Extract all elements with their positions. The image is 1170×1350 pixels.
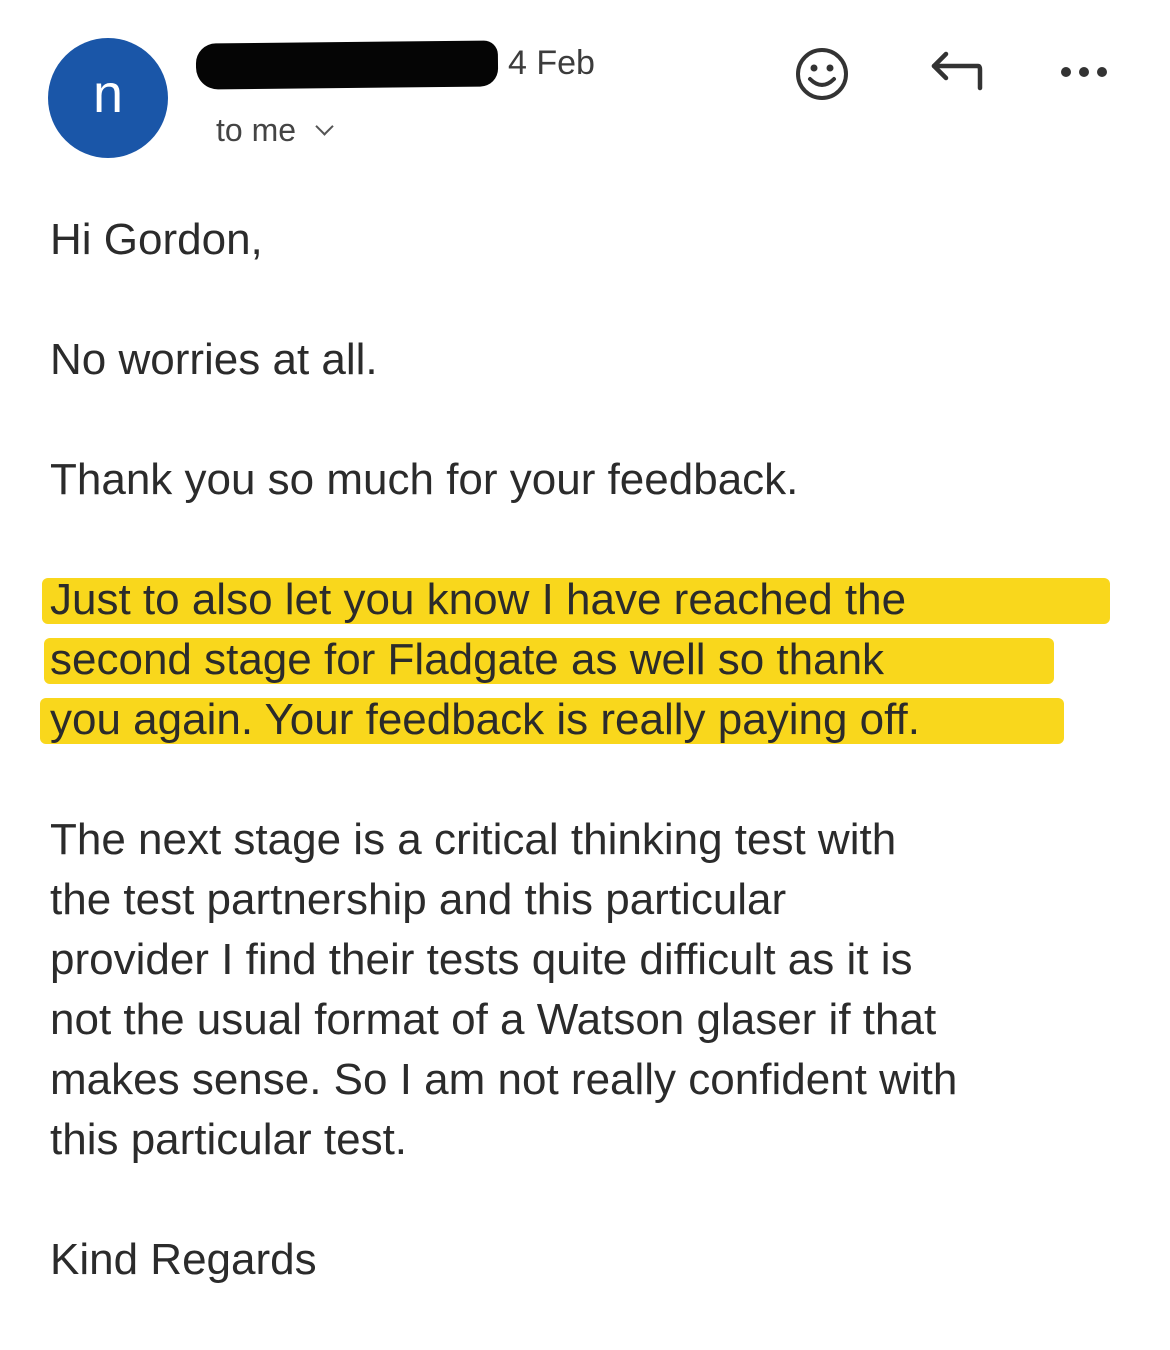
- sender-avatar[interactable]: n: [48, 38, 168, 158]
- text-line: Just to also let you know I have reached…: [50, 575, 907, 624]
- paragraph-1: No worries at all.: [50, 335, 378, 384]
- chevron-down-icon: [315, 117, 334, 136]
- text-line: provider I find their tests quite diffic…: [50, 935, 913, 984]
- recipient-label: to me: [216, 112, 297, 148]
- paragraph-2: Thank you so much for your feedback.: [50, 455, 799, 504]
- greeting: Hi Gordon,: [50, 215, 263, 264]
- highlighted-paragraph: Just to also let you know I have reached…: [40, 570, 1130, 750]
- text-line: The next stage is a critical thinking te…: [50, 815, 897, 864]
- text-line: second stage for Fladgate as well so tha…: [50, 635, 885, 684]
- text-line: the test partnership and this particular: [50, 875, 787, 924]
- avatar-letter: n: [92, 64, 124, 124]
- email-date: 4 Feb: [508, 44, 595, 82]
- email-header: n 4 Feb to me: [0, 0, 1170, 180]
- smiley-icon[interactable]: [792, 44, 852, 104]
- email-body: Hi Gordon, No worries at all. Thank you …: [40, 210, 1130, 1350]
- sender-name-redacted: [195, 40, 499, 90]
- recipient-toggle[interactable]: to me: [216, 112, 334, 149]
- text-line: not the usual format of a Watson glaser …: [50, 995, 937, 1044]
- signoff: Kind Regards: [50, 1235, 317, 1284]
- text-line: makes sense. So I am not really confiden…: [50, 1055, 958, 1104]
- paragraph-4: The next stage is a critical thinking te…: [50, 810, 1130, 1170]
- text-line: you again. Your feedback is really payin…: [50, 695, 921, 744]
- text-line: this particular test.: [50, 1115, 408, 1164]
- more-dots-icon[interactable]: [1056, 44, 1116, 104]
- reply-icon[interactable]: [926, 44, 986, 104]
